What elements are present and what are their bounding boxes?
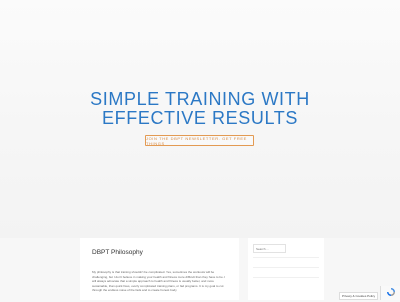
newsletter-button[interactable]: JOIN THE DBPT NEWSLETTER. GET FREE THING…: [145, 135, 254, 146]
main-content: DBPT Philosophy My philosophy is that tr…: [80, 238, 239, 300]
hero-title-line-2: EFFECTIVE RESULTS: [102, 108, 298, 128]
post-body: My philosophy is that training shouldn't…: [92, 270, 226, 293]
sidebar-divider: [253, 277, 319, 278]
sidebar-divider: [253, 257, 319, 258]
newsletter-button-label: JOIN THE DBPT NEWSLETTER. GET FREE THING…: [146, 135, 247, 146]
search-input[interactable]: [253, 244, 286, 253]
privacy-cookies-button[interactable]: Privacy & Cookies Policy: [339, 292, 378, 300]
hero-title: SIMPLE TRAINING WITH EFFECTIVE RESULTS: [0, 90, 400, 128]
post-title: DBPT Philosophy: [92, 249, 143, 256]
sidebar-divider: [253, 267, 319, 268]
privacy-cookies-label: Privacy & Cookies Policy: [342, 294, 376, 298]
recaptcha-icon: [386, 284, 396, 302]
hero-section: SIMPLE TRAINING WITH EFFECTIVE RESULTS J…: [0, 0, 400, 238]
recaptcha-badge[interactable]: [380, 286, 400, 300]
sidebar: [248, 238, 324, 300]
hero-title-line-1: SIMPLE TRAINING WITH: [90, 89, 310, 109]
